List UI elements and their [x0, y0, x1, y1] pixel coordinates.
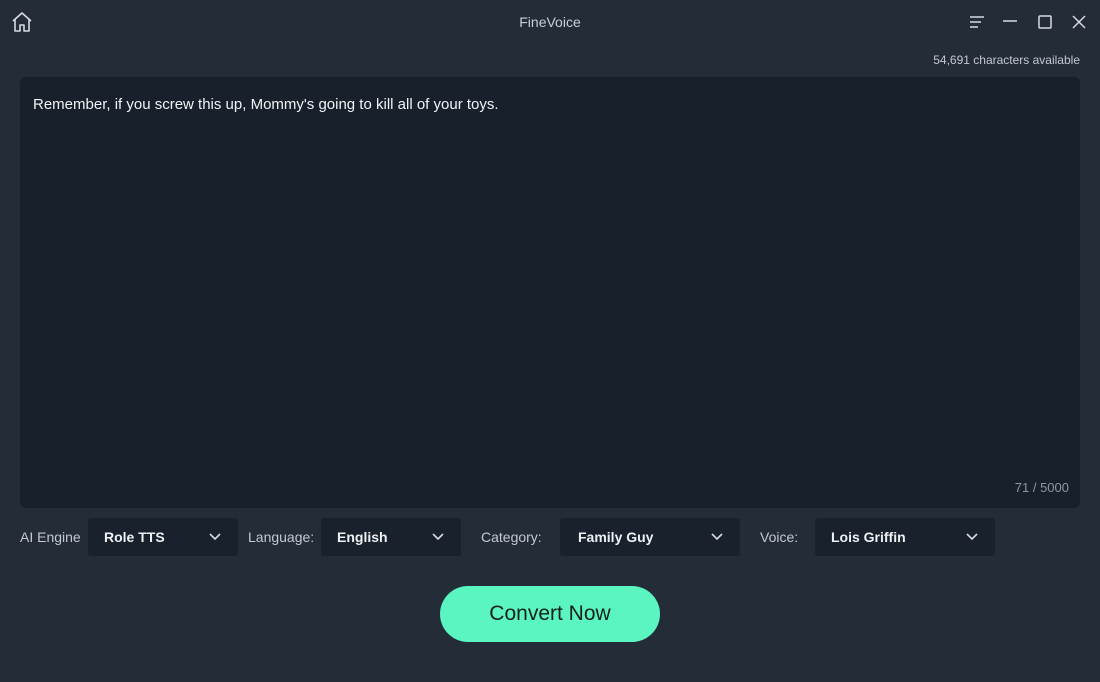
text-input-area[interactable]: Remember, if you screw this up, Mommy's …	[20, 77, 1080, 508]
voice-value: Lois Griffin	[831, 529, 906, 545]
characters-available-label: 54,691 characters available	[933, 53, 1080, 67]
menu-button[interactable]	[966, 11, 988, 33]
ai-engine-value: Role TTS	[104, 529, 165, 545]
maximize-button[interactable]	[1034, 11, 1056, 33]
app-title: FineVoice	[519, 14, 581, 30]
character-count: 71 / 5000	[1014, 480, 1069, 495]
voice-label: Voice:	[760, 529, 799, 545]
minimize-icon	[1003, 20, 1017, 22]
chevron-down-icon	[432, 533, 444, 541]
chevron-down-icon	[711, 533, 723, 541]
close-button[interactable]	[1068, 11, 1090, 33]
chevron-down-icon	[966, 533, 978, 541]
minimize-button[interactable]	[999, 11, 1021, 33]
options-row: AI Engine Role TTS Language: English Cat…	[0, 518, 1100, 556]
chevron-down-icon	[209, 533, 221, 541]
category-value: Family Guy	[578, 529, 654, 545]
language-label: Language:	[248, 529, 315, 545]
input-text[interactable]: Remember, if you screw this up, Mommy's …	[33, 96, 1067, 113]
language-value: English	[337, 529, 388, 545]
voice-select[interactable]: Lois Griffin	[815, 518, 995, 556]
menu-icon	[970, 16, 984, 28]
app-window: FineVoice 54,691 characters available Re…	[0, 0, 1100, 682]
convert-now-button[interactable]: Convert Now	[440, 586, 660, 642]
title-bar: FineVoice	[0, 0, 1100, 44]
category-label: Category:	[481, 529, 542, 545]
category-select[interactable]: Family Guy	[560, 518, 740, 556]
language-select[interactable]: English	[321, 518, 461, 556]
close-icon	[1072, 15, 1086, 29]
maximize-icon	[1038, 15, 1052, 29]
ai-engine-label: AI Engine	[20, 529, 81, 545]
ai-engine-select[interactable]: Role TTS	[88, 518, 238, 556]
